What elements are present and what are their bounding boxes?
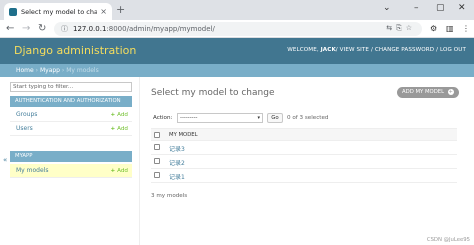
watermark: CSDN @JuLee95 <box>426 237 470 243</box>
sidebar-item-users[interactable]: Users + Add <box>10 122 132 136</box>
share-icon[interactable]: ⎘ <box>396 24 406 32</box>
select-all-checkbox[interactable] <box>154 132 160 138</box>
sidebar-item-label[interactable]: Users <box>16 125 33 132</box>
address-bar[interactable]: ⓘ 127.0.0.1:8000/admin/myapp/mymodel/ ⇆⎘… <box>54 22 422 36</box>
bookmark-star-icon[interactable]: ☆ <box>406 24 416 32</box>
collapse-sidebar-icon[interactable]: « <box>3 156 7 164</box>
chevron-down-icon: ▾ <box>257 115 260 121</box>
tool-separator: / <box>436 47 439 53</box>
browser-tab[interactable]: Select my model to change | ... × <box>4 3 112 20</box>
row-link[interactable]: 记录2 <box>169 158 185 167</box>
breadcrumb: Home › Myapp › My models <box>0 64 474 77</box>
add-label: Add <box>117 112 128 118</box>
view-site-link[interactable]: VIEW SITE <box>340 47 369 53</box>
add-button-label: ADD MY MODEL <box>402 89 445 95</box>
welcome-text: WELCOME, <box>287 47 319 53</box>
tool-separator: / <box>335 47 338 53</box>
sidebar-item-my-models[interactable]: My models + Add <box>10 164 132 178</box>
sidebar-item-groups[interactable]: Groups + Add <box>10 108 132 122</box>
add-my-models-link[interactable]: + Add <box>110 164 128 178</box>
django-header: Django administration WELCOME, JACK / VI… <box>0 38 474 64</box>
table-row: 记录2 <box>151 155 457 169</box>
table-row: 记录1 <box>151 169 457 183</box>
maximize-icon[interactable]: ▢ <box>436 2 445 14</box>
tab-search-icon[interactable]: ⌄ <box>383 2 391 14</box>
tool-separator: / <box>370 47 373 53</box>
row-checkbox[interactable] <box>154 158 160 164</box>
module-caption-auth[interactable]: AUTHENTICATION AND AUTHORIZATION <box>10 96 132 107</box>
module-caption-myapp[interactable]: MYAPP <box>10 151 132 162</box>
row-link[interactable]: 记录3 <box>169 144 185 153</box>
add-my-model-button[interactable]: ADD MY MODEL + <box>397 87 459 98</box>
add-users-link[interactable]: + Add <box>110 122 128 136</box>
breadcrumb-current: My models <box>66 67 99 74</box>
site-info-icon[interactable]: ⓘ <box>61 24 68 34</box>
back-icon[interactable]: ← <box>6 23 14 35</box>
plus-icon: + <box>110 112 116 118</box>
column-header-my-model[interactable]: MY MODEL <box>169 132 198 138</box>
user-tools: WELCOME, JACK / VIEW SITE / CHANGE PASSW… <box>287 47 466 53</box>
url-host: 127.0.0.1 <box>73 25 107 33</box>
table-header: MY MODEL <box>151 128 457 141</box>
close-window-icon[interactable]: ✕ <box>458 2 466 14</box>
nav-filter-input[interactable]: Start typing to filter... <box>10 82 132 92</box>
tab-title: Select my model to change | ... <box>21 7 98 16</box>
menu-dots-icon[interactable]: ⋮ <box>462 24 470 34</box>
row-checkbox[interactable] <box>154 172 160 178</box>
username: JACK <box>320 47 336 53</box>
plus-icon: + <box>110 126 116 132</box>
actions-bar: Action: --------- ▾ Go 0 of 3 selected <box>151 112 457 126</box>
breadcrumb-separator: › <box>61 67 65 74</box>
result-list-table: MY MODEL 记录3 记录2 记录1 <box>151 128 457 183</box>
go-button[interactable]: Go <box>267 113 283 123</box>
reload-icon[interactable]: ↻ <box>38 23 46 35</box>
url-path: :8000/admin/myapp/mymodel/ <box>106 25 215 33</box>
selected-count: 0 of 3 selected <box>287 115 329 121</box>
plus-icon: + <box>110 168 116 174</box>
table-row: 记录3 <box>151 141 457 155</box>
extensions-icon[interactable]: ⚙ <box>430 24 437 34</box>
add-label: Add <box>117 126 128 132</box>
browser-toolbar: ← → ↻ ⓘ 127.0.0.1:8000/admin/myapp/mymod… <box>0 20 474 38</box>
sidebar-item-label[interactable]: My models <box>16 167 48 174</box>
django-favicon-icon <box>9 7 17 16</box>
action-selected-value: --------- <box>180 115 198 121</box>
row-link[interactable]: 记录1 <box>169 172 185 181</box>
paginator: 3 my models <box>151 193 188 199</box>
omnibox-actions: ⇆⎘☆ <box>386 24 416 33</box>
tab-close-icon[interactable]: × <box>100 7 107 16</box>
sidebar-toggle-icon[interactable]: ▥ <box>446 24 454 34</box>
minimize-icon[interactable]: – <box>414 2 419 14</box>
action-select[interactable]: --------- ▾ <box>177 113 263 123</box>
forward-icon[interactable]: → <box>22 23 30 35</box>
new-tab-icon[interactable]: + <box>116 4 125 16</box>
action-label: Action: <box>153 115 173 121</box>
row-checkbox[interactable] <box>154 144 160 150</box>
browser-tab-strip: Select my model to change | ... × + ⌄ – … <box>0 0 474 20</box>
plus-circle-icon: + <box>447 88 454 95</box>
sidebar-item-label[interactable]: Groups <box>16 111 37 118</box>
translate-icon[interactable]: ⇆ <box>386 24 396 32</box>
add-groups-link[interactable]: + Add <box>110 108 128 122</box>
page-title: Select my model to change <box>151 88 275 98</box>
logout-link[interactable]: LOG OUT <box>440 47 466 53</box>
breadcrumb-separator: › <box>35 67 39 74</box>
sidebar-divider <box>139 77 140 245</box>
url-text: 127.0.0.1:8000/admin/myapp/mymodel/ <box>73 25 215 33</box>
breadcrumb-home[interactable]: Home <box>16 67 34 74</box>
add-label: Add <box>117 168 128 174</box>
site-brand[interactable]: Django administration <box>14 44 136 57</box>
breadcrumb-app[interactable]: Myapp <box>40 67 60 74</box>
nav-sidebar: Start typing to filter... AUTHENTICATION… <box>0 77 140 245</box>
change-password-link[interactable]: CHANGE PASSWORD <box>375 47 434 53</box>
